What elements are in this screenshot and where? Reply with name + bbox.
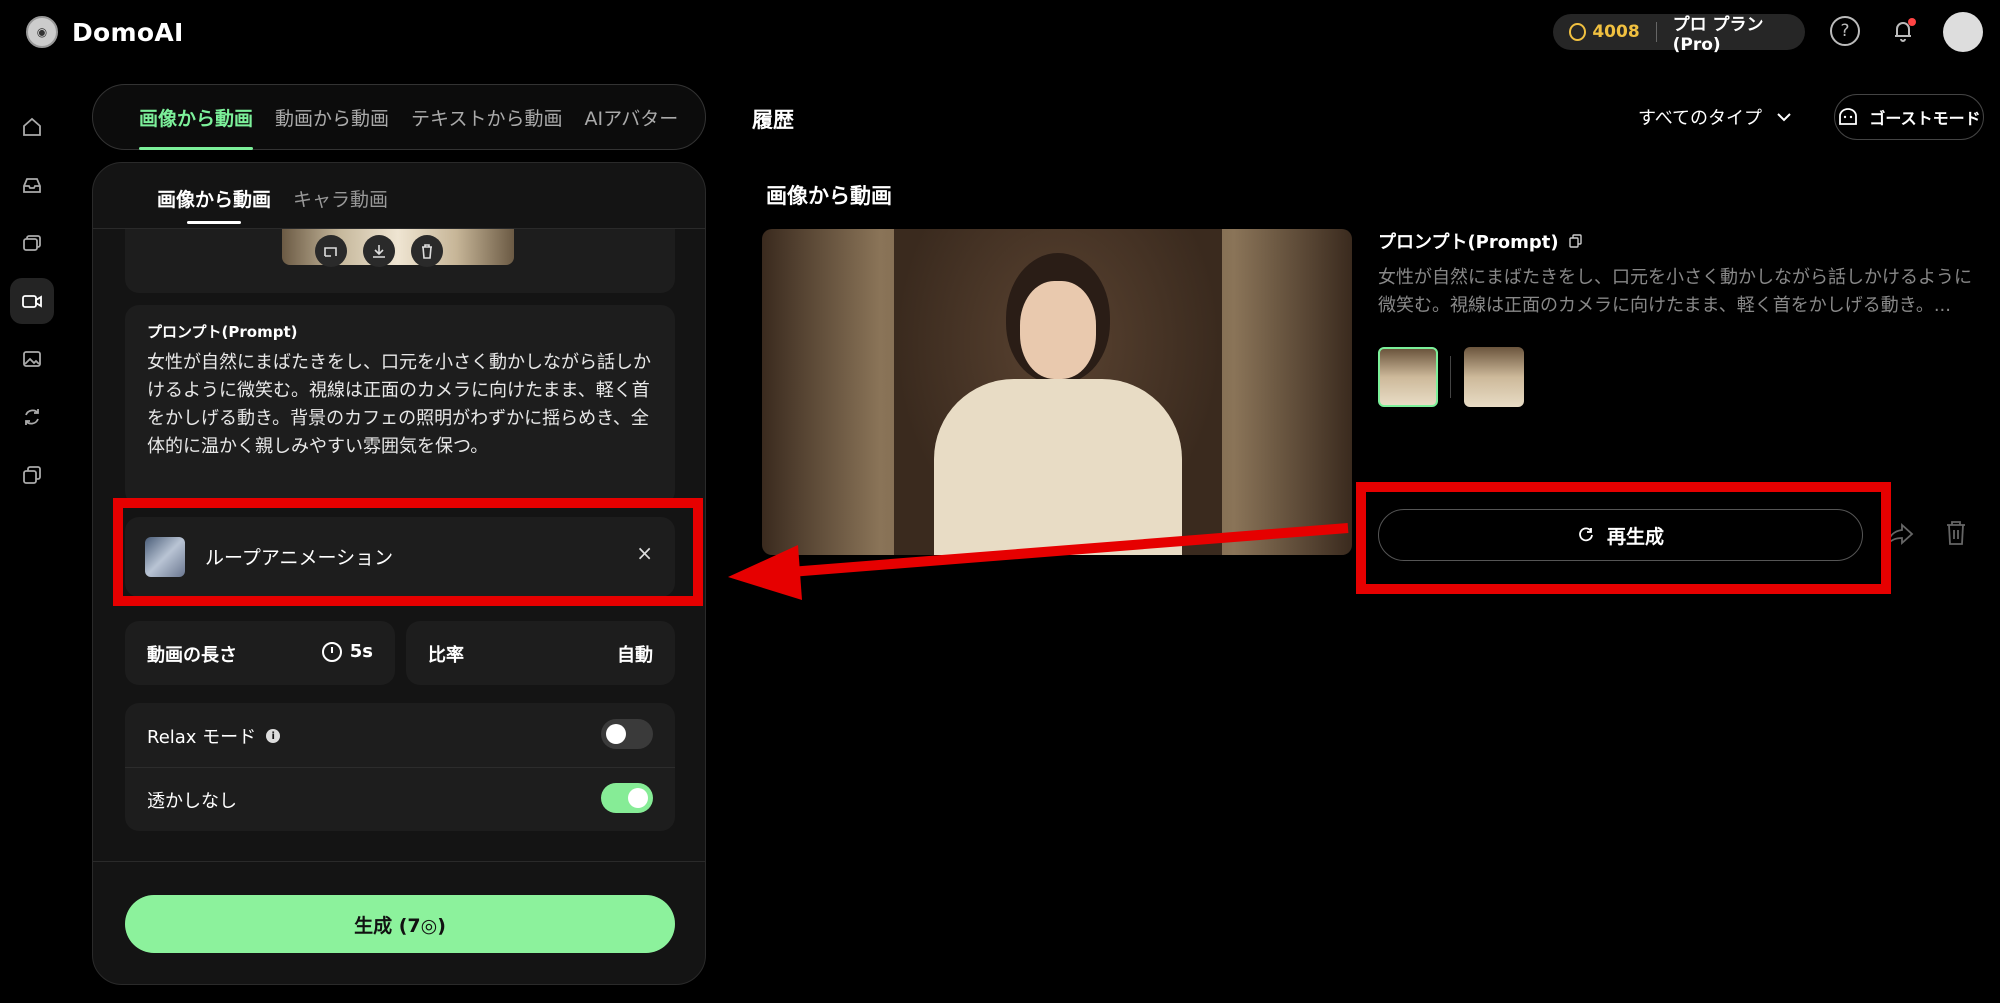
mode-tabs: 画像から動画 動画から動画 テキストから動画 AIアバター bbox=[92, 84, 706, 150]
user-avatar[interactable] bbox=[1943, 12, 1983, 52]
download-image-icon[interactable] bbox=[363, 235, 395, 267]
video-length-value-group: 5s bbox=[321, 641, 373, 662]
toggles-card: Relax モード i 透かしなし bbox=[125, 703, 675, 831]
help-icon[interactable]: ? bbox=[1830, 16, 1860, 46]
history-title: 履歴 bbox=[752, 108, 794, 132]
history-thumbnail-selected[interactable] bbox=[1378, 347, 1438, 407]
ghost-mode-label: ゴーストモード bbox=[1869, 109, 1981, 128]
ghost-mode-button[interactable]: ゴーストモード bbox=[1834, 94, 1984, 140]
history-prompt-title: プロンプト(Prompt) bbox=[1378, 228, 1583, 254]
history-prompt-text: 女性が自然にまばたきをし、口元を小さく動かしながら話しかけるように微笑む。視線は… bbox=[1378, 267, 1972, 316]
toggle-knob bbox=[628, 788, 648, 808]
relax-mode-toggle[interactable] bbox=[601, 719, 653, 749]
app-name: DomoAI bbox=[72, 17, 184, 47]
app-logo[interactable]: ◉ DomoAI bbox=[26, 16, 184, 48]
highlight-box-regenerate bbox=[1356, 482, 1891, 594]
notification-dot bbox=[1908, 18, 1916, 26]
aspect-ratio-label: 比率 bbox=[428, 645, 464, 666]
no-watermark-row: 透かしなし bbox=[125, 767, 675, 831]
video-length-value: 5s bbox=[349, 641, 373, 662]
coin-icon bbox=[1569, 23, 1587, 41]
credits-plan-badge[interactable]: 4008 プロ プラン(Pro) bbox=[1553, 14, 1805, 55]
info-icon[interactable]: i bbox=[266, 729, 281, 743]
delete-image-icon[interactable] bbox=[411, 235, 443, 267]
sidebar-image-icon[interactable] bbox=[10, 336, 54, 382]
person-face bbox=[1020, 281, 1096, 379]
subtab-image-to-video[interactable]: 画像から動画 bbox=[157, 185, 271, 224]
history-thumbnail[interactable] bbox=[1464, 347, 1524, 407]
trash-icon[interactable] bbox=[1943, 519, 1969, 551]
sidebar bbox=[10, 104, 54, 510]
copy-icon[interactable] bbox=[1568, 234, 1583, 248]
generate-button[interactable]: 生成 (7◎) bbox=[125, 895, 675, 953]
tab-video-to-video[interactable]: 動画から動画 bbox=[275, 104, 389, 131]
sub-tabs: 画像から動画 キャラ動画 bbox=[157, 185, 388, 224]
relax-mode-label: Relax モード bbox=[147, 727, 257, 748]
sidebar-video-icon[interactable] bbox=[10, 278, 54, 324]
divider bbox=[1655, 22, 1657, 42]
prompt-text[interactable]: 女性が自然にまばたきをし、口元を小さく動かしながら話しかけるように微笑む。視線は… bbox=[147, 349, 651, 461]
plan-label: プロ プラン(Pro) bbox=[1672, 14, 1764, 55]
relax-mode-row: Relax モード i bbox=[125, 703, 675, 767]
source-image-card bbox=[125, 229, 675, 293]
sidebar-refresh-icon[interactable] bbox=[10, 394, 54, 440]
sidebar-inbox-icon[interactable] bbox=[10, 162, 54, 208]
subtab-character-video[interactable]: キャラ動画 bbox=[293, 185, 388, 212]
type-filter-dropdown[interactable]: すべてのタイプ bbox=[1638, 104, 1792, 130]
prompt-title: プロンプト(Prompt) bbox=[147, 323, 298, 341]
highlight-box-style bbox=[113, 498, 703, 606]
ghost-icon bbox=[1839, 108, 1858, 125]
sidebar-layers-icon[interactable] bbox=[10, 220, 54, 266]
no-watermark-toggle[interactable] bbox=[601, 783, 653, 813]
chevron-down-icon bbox=[1777, 113, 1791, 122]
replace-image-icon[interactable] bbox=[315, 235, 347, 267]
history-section-title: 画像から動画 bbox=[766, 184, 892, 208]
no-watermark-label: 透かしなし bbox=[147, 791, 237, 812]
video-frame bbox=[894, 229, 1222, 555]
person-body bbox=[934, 379, 1182, 555]
generated-video[interactable] bbox=[762, 229, 1352, 555]
sidebar-copy-icon[interactable] bbox=[10, 452, 54, 498]
clock-icon bbox=[321, 641, 342, 662]
tab-text-to-video[interactable]: テキストから動画 bbox=[411, 104, 562, 131]
credit-count: 4008 bbox=[1592, 22, 1640, 42]
sidebar-home-icon[interactable] bbox=[10, 104, 54, 150]
toggle-knob bbox=[606, 724, 626, 744]
aspect-ratio-selector[interactable]: 比率 自動 bbox=[406, 621, 675, 685]
type-filter-label: すべてのタイプ bbox=[1638, 108, 1763, 129]
notification-bell-icon[interactable] bbox=[1888, 16, 1918, 46]
aspect-ratio-value: 自動 bbox=[617, 645, 653, 666]
relax-mode-label-group: Relax モード i bbox=[147, 723, 281, 749]
tab-ai-avatar[interactable]: AIアバター bbox=[584, 104, 678, 131]
video-length-selector[interactable]: 動画の長さ 5s bbox=[125, 621, 395, 685]
tab-image-to-video[interactable]: 画像から動画 bbox=[139, 104, 254, 150]
history-prompt-title-text: プロンプト(Prompt) bbox=[1378, 232, 1559, 253]
logo-icon: ◉ bbox=[26, 16, 58, 48]
video-length-label: 動画の長さ bbox=[147, 645, 237, 666]
divider bbox=[1450, 356, 1451, 398]
divider bbox=[93, 861, 705, 862]
prompt-card[interactable]: プロンプト(Prompt) 女性が自然にまばたきをし、口元を小さく動かしながら話… bbox=[125, 305, 675, 505]
